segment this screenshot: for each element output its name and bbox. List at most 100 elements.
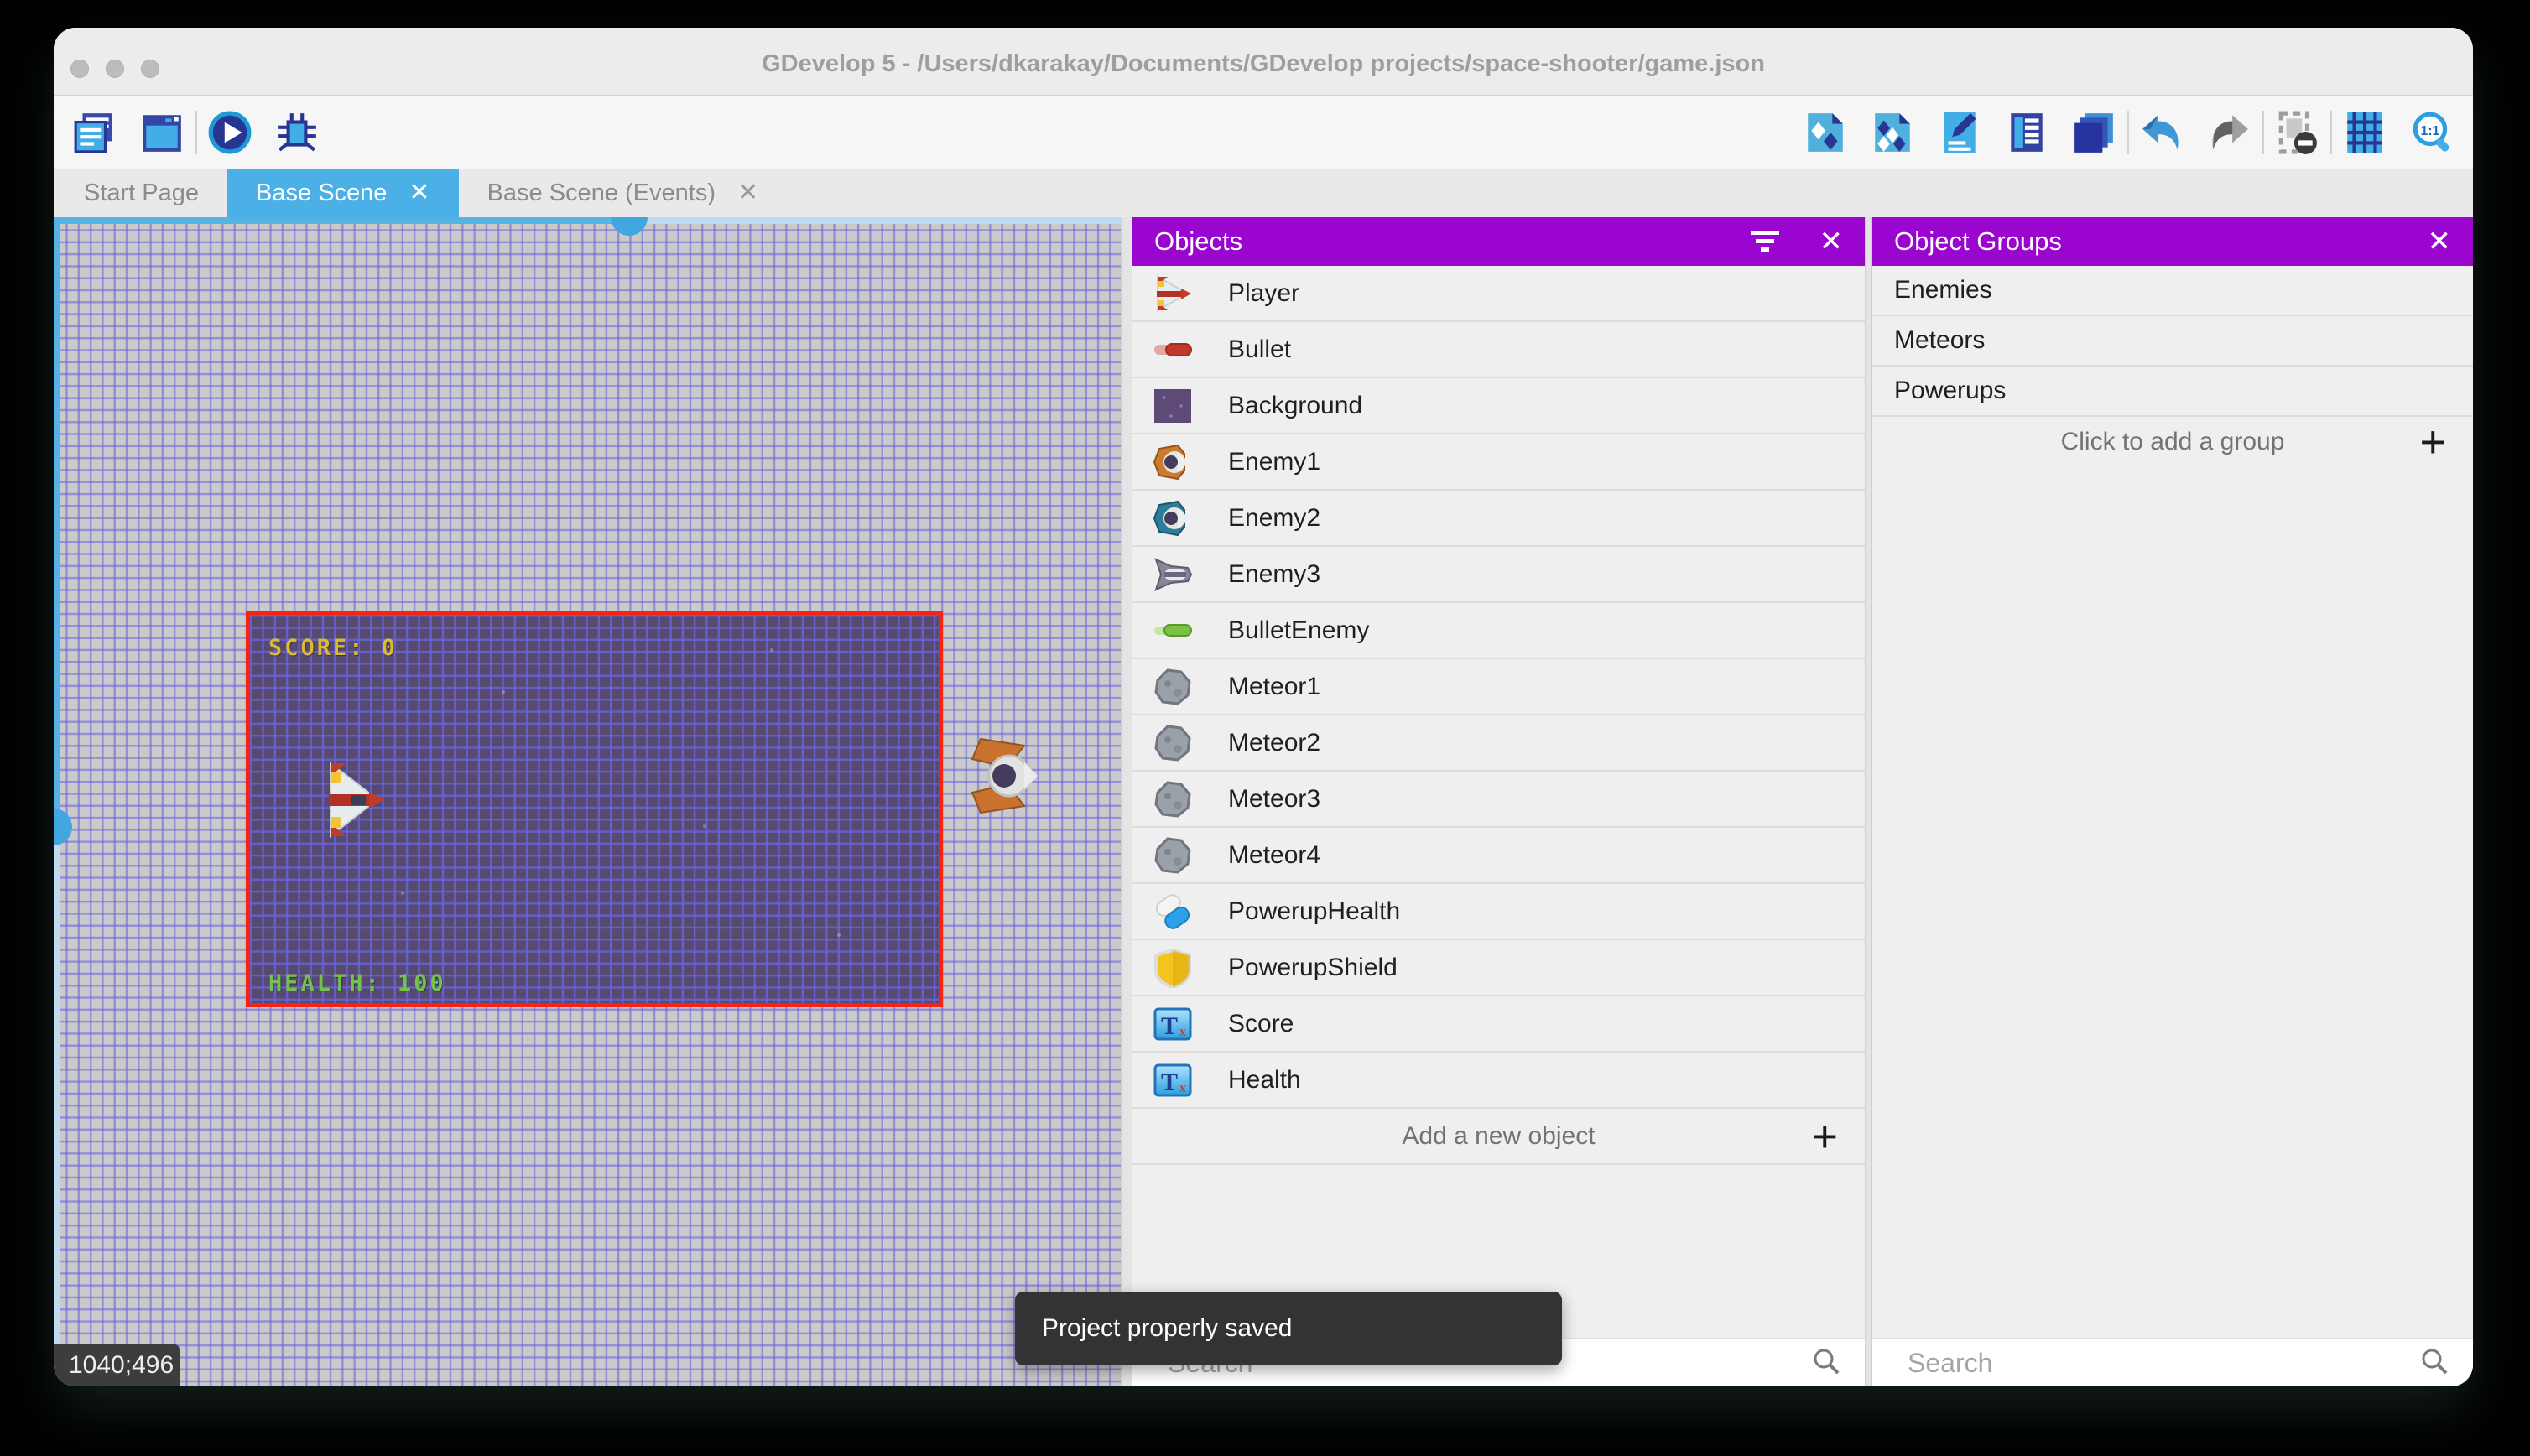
object-row-background[interactable]: Background: [1132, 378, 1865, 434]
object-groups-icon[interactable]: [1868, 108, 1917, 157]
properties-pencil-icon[interactable]: [1935, 108, 1984, 157]
object-row-poweruphealth[interactable]: PowerupHealth: [1132, 884, 1865, 940]
scene-editor-canvas[interactable]: SCORE: 0 HEALTH: 100: [54, 217, 1121, 1386]
object-name: Meteor4: [1228, 841, 1811, 870]
plus-icon[interactable]: +: [1811, 1114, 1838, 1159]
add-group-label: Click to add a group: [2061, 428, 2285, 456]
scene-windows-icon[interactable]: [138, 108, 186, 157]
player-ship-instance[interactable]: [325, 760, 384, 840]
tab-close-icon[interactable]: ✕: [409, 180, 429, 205]
close-icon[interactable]: ✕: [2428, 227, 2452, 256]
objects-panel-title: Objects: [1154, 226, 1751, 257]
grid-icon[interactable]: [2340, 108, 2389, 157]
enemy-ship-instance[interactable]: [969, 737, 1044, 814]
object-name: BulletEnemy: [1228, 616, 1811, 645]
toolbar-separator: [2262, 111, 2264, 154]
object-row-enemy3[interactable]: Enemy3: [1132, 547, 1865, 603]
object-row-meteor3[interactable]: Meteor3: [1132, 772, 1865, 828]
object-name: Player: [1228, 279, 1811, 308]
debug-bug-icon[interactable]: [273, 108, 321, 157]
tab-label: Base Scene (Events): [487, 179, 716, 207]
meteor-icon: [1153, 723, 1193, 763]
horizontal-scrollbar-track[interactable]: [54, 217, 629, 224]
bullet-enemy-icon: [1153, 611, 1193, 651]
object-row-bulletenemy[interactable]: BulletEnemy: [1132, 603, 1865, 659]
gdevelop-window: GDevelop 5 - /Users/dkarakay/Documents/G…: [54, 28, 2473, 1386]
enemy1-icon: [1153, 442, 1193, 482]
tab-label: Start Page: [84, 179, 199, 207]
svg-text:1:1: 1:1: [2421, 124, 2440, 138]
meteor-icon: [1153, 779, 1193, 819]
group-row-powerups[interactable]: Powerups: [1872, 367, 2473, 417]
powerup-shield-icon: [1153, 948, 1193, 988]
object-row-health[interactable]: Tx Health: [1132, 1053, 1865, 1109]
object-row-enemy2[interactable]: Enemy2: [1132, 491, 1865, 547]
object-groups-panel-title: Object Groups: [1894, 226, 2428, 257]
tab-base-scene[interactable]: Base Scene✕: [227, 169, 459, 217]
objects-editor-icon[interactable]: [1801, 108, 1850, 157]
objects-panel: Objects ✕ PlayerBulletBackgroundEnemy1En…: [1132, 217, 1865, 1386]
horizontal-scrollbar-track[interactable]: [646, 217, 1121, 224]
object-name: Health: [1228, 1066, 1811, 1095]
object-row-meteor4[interactable]: Meteor4: [1132, 828, 1865, 884]
vertical-scrollbar-track[interactable]: [54, 844, 60, 1386]
panel-divider[interactable]: [1121, 217, 1132, 1386]
scene-score-text: SCORE: 0: [268, 635, 398, 661]
add-group-button[interactable]: Click to add a group +: [1872, 417, 2473, 467]
object-name: PowerupShield: [1228, 954, 1811, 982]
text-object-icon: Tx: [1153, 1060, 1193, 1100]
cursor-coordinates-badge: 1040;496: [54, 1344, 180, 1386]
layers-icon[interactable]: [2069, 108, 2118, 157]
object-row-score[interactable]: Tx Score: [1132, 996, 1865, 1053]
object-row-bullet[interactable]: Bullet: [1132, 322, 1865, 378]
add-object-label: Add a new object: [1402, 1122, 1595, 1151]
toolbar-separator: [2330, 111, 2332, 154]
project-manager-icon[interactable]: [70, 108, 119, 157]
search-icon: [2419, 1346, 2449, 1381]
object-name: Meteor1: [1228, 673, 1811, 701]
powerup-health-icon: [1153, 892, 1193, 932]
object-row-meteor1[interactable]: Meteor1: [1132, 659, 1865, 715]
vertical-scrollbar-track[interactable]: [54, 217, 60, 827]
toolbar-separator: [2127, 111, 2129, 154]
plus-icon[interactable]: +: [2419, 419, 2446, 465]
filter-icon[interactable]: [1751, 231, 1779, 252]
tab-base-scene-events-[interactable]: Base Scene (Events) ✕: [459, 169, 788, 217]
panel-divider[interactable]: [1865, 217, 1872, 1386]
object-row-powerupshield[interactable]: PowerupShield: [1132, 940, 1865, 996]
toolbar-separator: [195, 111, 197, 154]
play-preview-icon[interactable]: [206, 108, 254, 157]
groups-search-input[interactable]: [1896, 1347, 2419, 1380]
instances-list-icon[interactable]: [2002, 108, 2051, 157]
object-row-meteor2[interactable]: Meteor2: [1132, 715, 1865, 772]
enemy3-icon: [1153, 554, 1193, 595]
text-object-icon: Tx: [1153, 1004, 1193, 1044]
tab-start-page[interactable]: Start Page: [55, 169, 227, 217]
group-row-enemies[interactable]: Enemies: [1872, 266, 2473, 316]
group-name: Enemies: [1894, 276, 2418, 304]
object-row-enemy1[interactable]: Enemy1: [1132, 434, 1865, 491]
tab-close-icon[interactable]: ✕: [737, 180, 758, 205]
enemy2-icon: [1153, 498, 1193, 538]
window-mask-icon[interactable]: [2272, 108, 2321, 157]
editor-tabs: Start PageBase Scene✕Base Scene (Events)…: [54, 169, 2473, 217]
object-name: Meteor3: [1228, 785, 1811, 814]
objects-list: Player BulletBackgroundEnemy1Enemy2Enemy3…: [1132, 266, 1865, 1386]
zoom-1-1-icon[interactable]: 1:1: [2408, 108, 2456, 157]
redo-arrow-icon[interactable]: [2205, 108, 2253, 157]
undo-arrow-icon[interactable]: [2137, 108, 2186, 157]
search-icon: [1811, 1346, 1841, 1381]
group-row-meteors[interactable]: Meteors: [1872, 316, 2473, 367]
object-row-player[interactable]: Player: [1132, 266, 1865, 322]
bullet-icon: [1153, 330, 1193, 370]
object-groups-panel: Object Groups ✕ Enemies Meteors Powerups Cl…: [1872, 217, 2473, 1386]
add-object-button[interactable]: Add a new object +: [1132, 1109, 1865, 1165]
main-toolbar: 1:1: [54, 96, 2473, 169]
group-name: Powerups: [1894, 377, 2418, 405]
meteor-icon: [1153, 835, 1193, 876]
object-name: PowerupHealth: [1228, 897, 1811, 926]
object-name: Score: [1228, 1010, 1811, 1038]
close-icon[interactable]: ✕: [1819, 227, 1844, 256]
window-title: GDevelop 5 - /Users/dkarakay/Documents/G…: [54, 28, 2473, 96]
object-groups-list: Enemies Meteors Powerups Click to add a gro…: [1872, 266, 2473, 1386]
